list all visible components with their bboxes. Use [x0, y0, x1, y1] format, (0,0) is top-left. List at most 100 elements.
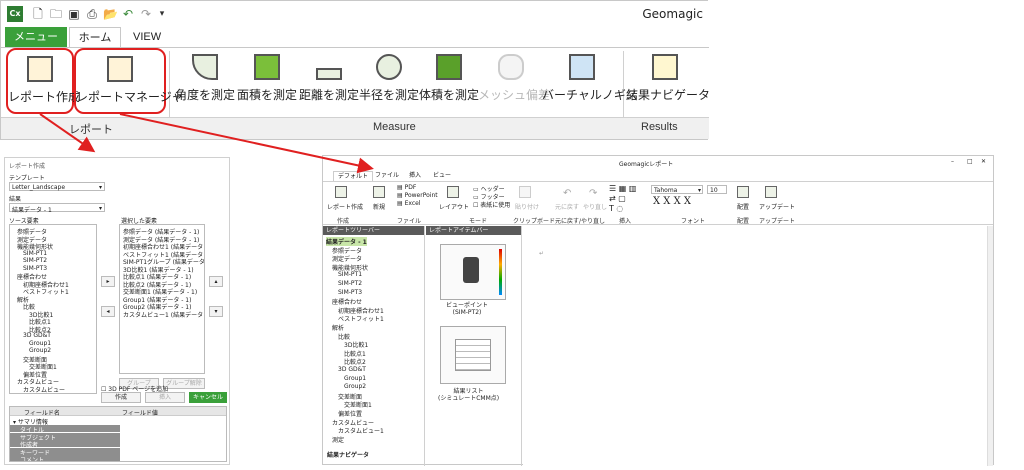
result-list-thumbnail[interactable] — [440, 326, 506, 384]
tree-item[interactable]: 3D GD&T — [23, 332, 51, 339]
move-down-button[interactable]: ▾ — [209, 306, 223, 317]
report-manager-icon — [107, 56, 133, 82]
tree-item[interactable]: SIM-PT2 — [23, 257, 47, 264]
tree-item[interactable]: Group2 — [29, 347, 51, 354]
maximize-button[interactable]: □ — [967, 158, 973, 165]
insert-text-icon[interactable]: T ◌ — [609, 204, 623, 213]
folder-icon[interactable]: 📂 — [103, 7, 118, 21]
tab-insert[interactable]: 挿入 — [405, 171, 425, 181]
tree-item[interactable]: SIM-PT1 — [23, 250, 47, 257]
tree-item[interactable]: SIM-PT3 — [23, 265, 47, 272]
rw-new-button[interactable]: 新規 — [373, 202, 385, 211]
field-row[interactable]: キーワード — [10, 447, 120, 457]
tree-footer[interactable]: 結果ナビゲータ — [327, 450, 369, 459]
field-row[interactable]: サブジェクト — [10, 432, 120, 442]
tab-menu[interactable]: メニュー — [5, 27, 67, 47]
tab-home[interactable]: ホーム — [69, 27, 121, 47]
tree-item[interactable]: Group1 — [29, 340, 51, 347]
undo-button[interactable]: 元に戻す — [555, 202, 579, 211]
add-arrow-button[interactable]: ▸ — [101, 276, 115, 287]
move-up-button[interactable]: ▴ — [209, 276, 223, 287]
new-icon — [373, 186, 385, 198]
tab-file[interactable]: ファイル — [371, 171, 403, 181]
tree-item[interactable]: 3D GD&T — [338, 366, 366, 373]
ppt-button[interactable]: ▤ PowerPoint — [397, 192, 438, 199]
insert-tools-icon[interactable]: ☰ ▦ ▥ — [609, 184, 636, 193]
font-style-buttons[interactable]: X X X X — [653, 196, 691, 207]
pdf-button[interactable]: ▤ PDF — [397, 184, 416, 191]
report-create-button[interactable]: レポート作成 — [6, 48, 80, 114]
new-icon[interactable]: 🗋 — [31, 7, 45, 21]
report-tree[interactable]: 結果データ - 1 参照データ 測定データ 機能幾何形状 SIM-PT1 SIM-PT2 S… — [323, 236, 424, 446]
layout-icon — [447, 186, 459, 198]
viewpoint-label: ビューポイント (SIM-PT2) — [446, 302, 489, 316]
measure-angle-button[interactable]: 角度を測定 — [174, 54, 236, 112]
create-button[interactable]: 作成 — [101, 392, 141, 403]
update-button[interactable]: アップデート — [759, 202, 795, 211]
list-item[interactable]: カスタムビュー1 (結果データ - 1) — [123, 310, 204, 319]
redo-icon[interactable]: ↷ — [139, 7, 153, 21]
tree-item[interactable]: カスタムビュー — [23, 385, 65, 394]
layout-button[interactable]: レイアウト — [439, 202, 469, 211]
redo-button[interactable]: やり直し — [583, 202, 607, 211]
measure-area-button[interactable]: 面積を測定 — [236, 54, 298, 112]
table-use-checkbox[interactable]: ☐ 表紙に使用 — [473, 200, 510, 209]
tree-item[interactable]: SIM-PT1 — [338, 271, 362, 278]
font-name-select[interactable]: Tahoma ▾ — [651, 185, 703, 194]
paste-icon — [519, 186, 531, 198]
tree-item[interactable]: Group1 — [344, 375, 366, 382]
field-table: フィールド名 フィールド値 ▾ サマリ情報 タイトル サブジェクト 作成者 キーワード… — [9, 406, 227, 462]
open-icon[interactable]: 🗀 — [49, 7, 63, 21]
group-update: アップデート — [759, 218, 796, 225]
tab-view[interactable]: VIEW — [125, 27, 169, 47]
tab-view[interactable]: ビュー — [429, 171, 455, 181]
ungroup-button[interactable]: グループ解除 — [163, 378, 205, 389]
field-value-header: フィールド値 — [122, 410, 158, 417]
source-tree[interactable]: 参照データ 測定データ 機能幾何形状 SIM-PT1 SIM-PT2 SIM-PT3 座標合… — [9, 224, 97, 394]
font-size-select[interactable]: 10 — [707, 185, 727, 194]
place-button[interactable]: 配置 — [737, 202, 749, 211]
print-icon[interactable]: ⎙ — [85, 7, 99, 21]
insert-button[interactable]: 挿入 — [145, 392, 185, 403]
measure-volume-button[interactable]: 体積を測定 — [418, 54, 480, 112]
rw-create-button[interactable]: レポート作成 — [327, 202, 363, 211]
cancel-button[interactable]: キャンセル — [189, 392, 227, 403]
tree-item[interactable]: SIM-PT3 — [338, 289, 362, 296]
area-icon — [254, 54, 280, 80]
field-row[interactable]: 作成者 — [10, 440, 120, 449]
viewpoint-thumbnail[interactable] — [440, 244, 506, 300]
report-canvas[interactable]: ↵ — [523, 226, 993, 466]
selected-list[interactable]: 参照データ (結果データ - 1) 測定データ (結果データ - 1) 初期座標合わ… — [119, 224, 205, 374]
report-manager-button[interactable]: レポートマネージャ — [74, 48, 183, 114]
measure-radius-button[interactable]: 半径を測定 — [358, 54, 420, 112]
field-row[interactable]: タイトル — [10, 425, 120, 434]
result-navigator-button[interactable]: 結果ナビゲータ — [626, 54, 710, 112]
tree-item[interactable]: 測定 — [332, 435, 344, 444]
tree-item[interactable]: カスタムビュー1 — [338, 426, 384, 435]
template-select[interactable]: Letter_Landscape ▾ — [9, 182, 105, 191]
vertical-scrollbar[interactable] — [987, 226, 993, 466]
tree-item[interactable]: Group2 — [344, 383, 366, 390]
close-button[interactable]: ✕ — [981, 158, 986, 165]
tab-default[interactable]: デフォルト — [333, 171, 374, 181]
minimize-button[interactable]: – — [951, 158, 954, 165]
customize-icon[interactable]: ▾ — [155, 7, 169, 21]
paste-button[interactable]: 貼り付け — [515, 202, 539, 211]
field-row[interactable]: コメント — [10, 455, 120, 461]
result-navigator-icon — [652, 54, 678, 80]
tree-item[interactable]: ベストフィット1 — [23, 287, 69, 296]
tree-item[interactable]: SIM-PT2 — [338, 280, 362, 287]
virtual-caliper-button[interactable]: バーチャルノギス — [542, 54, 638, 112]
undo-icon[interactable]: ↶ — [121, 7, 135, 21]
insert-shapes-icon[interactable]: ⇄ ▢ — [609, 194, 626, 203]
items-header: レポートアイテムバー — [426, 226, 521, 235]
remove-arrow-button[interactable]: ◂ — [101, 306, 115, 317]
ribbon-group-labels: レポート Measure Results — [1, 117, 709, 139]
mesh-deviation-button[interactable]: メッシュ偏差 — [478, 54, 550, 112]
save-icon[interactable]: ▣ — [67, 7, 81, 21]
tree-item[interactable]: ベストフィット1 — [338, 314, 384, 323]
chevron-down-icon: ▾ — [98, 205, 102, 212]
measure-distance-button[interactable]: 距離を測定 — [298, 54, 360, 112]
excel-button[interactable]: ▤ Excel — [397, 200, 420, 207]
result-select[interactable]: 結果データ - 1 ▾ — [9, 203, 105, 214]
